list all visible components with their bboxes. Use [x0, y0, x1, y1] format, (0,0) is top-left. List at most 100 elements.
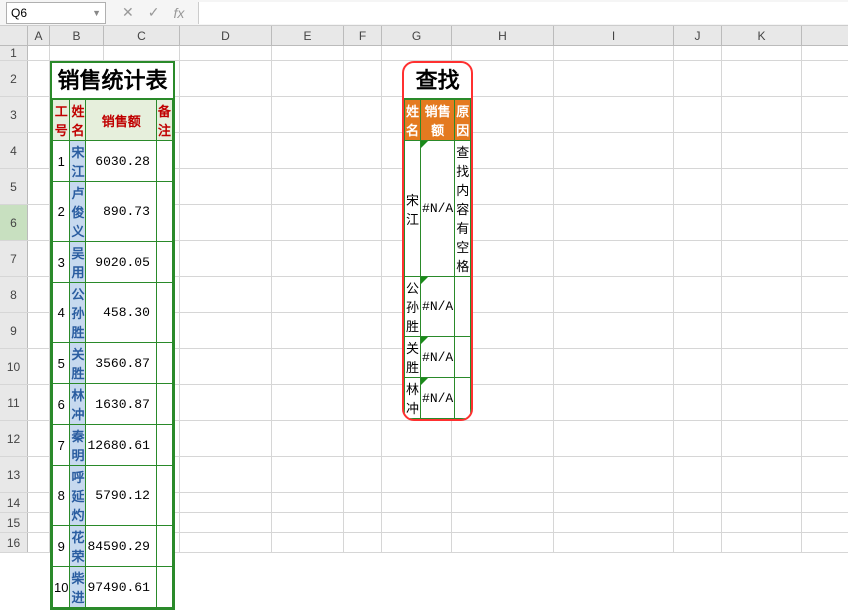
table-row[interactable]: 3吴用9020.05: [53, 242, 173, 283]
cell[interactable]: [674, 421, 722, 456]
cell[interactable]: [344, 46, 382, 60]
cell[interactable]: [674, 493, 722, 512]
cell[interactable]: [674, 513, 722, 532]
cell-lookup-name[interactable]: 林冲: [405, 378, 421, 419]
cell[interactable]: [382, 533, 452, 552]
cell[interactable]: [180, 277, 272, 312]
row-header[interactable]: 1: [0, 46, 28, 60]
cell[interactable]: [722, 46, 802, 60]
row-header[interactable]: 12: [0, 421, 28, 456]
cell[interactable]: [344, 169, 382, 204]
cell[interactable]: [272, 97, 344, 132]
cell[interactable]: [344, 241, 382, 276]
col-header[interactable]: J: [674, 26, 722, 45]
cell-lookup-name[interactable]: 宋江: [405, 141, 421, 277]
cell[interactable]: [28, 421, 50, 456]
cell[interactable]: [272, 205, 344, 240]
th-sales[interactable]: 销售额: [86, 100, 156, 141]
row-header[interactable]: 4: [0, 133, 28, 168]
cell[interactable]: [28, 513, 50, 532]
cell-remark[interactable]: [156, 526, 172, 567]
cell-name[interactable]: 花荣: [70, 526, 86, 567]
table-row[interactable]: 关胜#N/A: [405, 337, 471, 378]
cell[interactable]: [674, 169, 722, 204]
cell[interactable]: [180, 169, 272, 204]
col-header[interactable]: D: [180, 26, 272, 45]
cell[interactable]: [674, 385, 722, 420]
table-row[interactable]: 林冲#N/A: [405, 378, 471, 419]
row-header[interactable]: 14: [0, 493, 28, 512]
cell-id[interactable]: 8: [53, 466, 70, 526]
cell[interactable]: [344, 133, 382, 168]
table-row[interactable]: 4公孙胜458.30: [53, 283, 173, 343]
col-header[interactable]: G: [382, 26, 452, 45]
cell[interactable]: [28, 61, 50, 96]
cell-remark[interactable]: [156, 384, 172, 425]
cell-sales[interactable]: 12680.61: [86, 425, 156, 466]
cell-remark[interactable]: [156, 425, 172, 466]
cell-remark[interactable]: [156, 343, 172, 384]
cell[interactable]: [180, 241, 272, 276]
cell[interactable]: [344, 97, 382, 132]
cell-lookup-sales[interactable]: #N/A: [421, 337, 455, 378]
spreadsheet-grid[interactable]: A B C D E F G H I J K 123456789101112131…: [0, 26, 848, 553]
cell[interactable]: [28, 349, 50, 384]
cell-remark[interactable]: [156, 141, 172, 182]
table-row[interactable]: 1宋江6030.28: [53, 141, 173, 182]
cell-sales[interactable]: 97490.61: [86, 567, 156, 608]
cell[interactable]: [272, 133, 344, 168]
cell[interactable]: [674, 97, 722, 132]
cell[interactable]: [674, 241, 722, 276]
cell[interactable]: [344, 277, 382, 312]
th-remark[interactable]: 备注: [156, 100, 172, 141]
cell[interactable]: [554, 277, 674, 312]
cell[interactable]: [272, 513, 344, 532]
table-row[interactable]: 6林冲1630.87: [53, 384, 173, 425]
cell[interactable]: [344, 313, 382, 348]
cell[interactable]: [272, 533, 344, 552]
col-header[interactable]: F: [344, 26, 382, 45]
cell-lookup-name[interactable]: 关胜: [405, 337, 421, 378]
cell[interactable]: [722, 493, 802, 512]
cell[interactable]: [722, 241, 802, 276]
cell[interactable]: [452, 457, 554, 492]
cell[interactable]: [674, 46, 722, 60]
cell[interactable]: [180, 205, 272, 240]
cell[interactable]: [722, 513, 802, 532]
cell-lookup-reason[interactable]: [455, 277, 471, 337]
cell-id[interactable]: 9: [53, 526, 70, 567]
cell-remark[interactable]: [156, 283, 172, 343]
cell-name[interactable]: 柴进: [70, 567, 86, 608]
cell[interactable]: [28, 533, 50, 552]
cell-id[interactable]: 5: [53, 343, 70, 384]
cell[interactable]: [382, 421, 452, 456]
cell[interactable]: [272, 313, 344, 348]
cell-remark[interactable]: [156, 182, 172, 242]
fx-icon[interactable]: fx: [173, 5, 184, 21]
cell[interactable]: [272, 421, 344, 456]
cell[interactable]: [382, 457, 452, 492]
cell-id[interactable]: 3: [53, 242, 70, 283]
cell[interactable]: [554, 61, 674, 96]
cell-name[interactable]: 关胜: [70, 343, 86, 384]
cell-lookup-reason[interactable]: [455, 337, 471, 378]
cell-lookup-reason[interactable]: 查找内容有空格: [455, 141, 471, 277]
row-header[interactable]: 11: [0, 385, 28, 420]
cell[interactable]: [272, 457, 344, 492]
row-header[interactable]: 5: [0, 169, 28, 204]
table-row[interactable]: 2卢俊义890.73: [53, 182, 173, 242]
cell-lookup-sales[interactable]: #N/A: [421, 378, 455, 419]
cell[interactable]: [554, 205, 674, 240]
cell[interactable]: [452, 493, 554, 512]
table-row[interactable]: 10柴进97490.61: [53, 567, 173, 608]
cell[interactable]: [382, 46, 452, 60]
chevron-down-icon[interactable]: ▼: [92, 8, 101, 18]
cell-sales[interactable]: 890.73: [86, 182, 156, 242]
cell[interactable]: [180, 313, 272, 348]
table-row[interactable]: 7秦明12680.61: [53, 425, 173, 466]
table-row[interactable]: 公孙胜#N/A: [405, 277, 471, 337]
cell[interactable]: [28, 313, 50, 348]
col-header[interactable]: B: [50, 26, 104, 45]
row-header[interactable]: 6: [0, 205, 28, 240]
cell[interactable]: [180, 385, 272, 420]
